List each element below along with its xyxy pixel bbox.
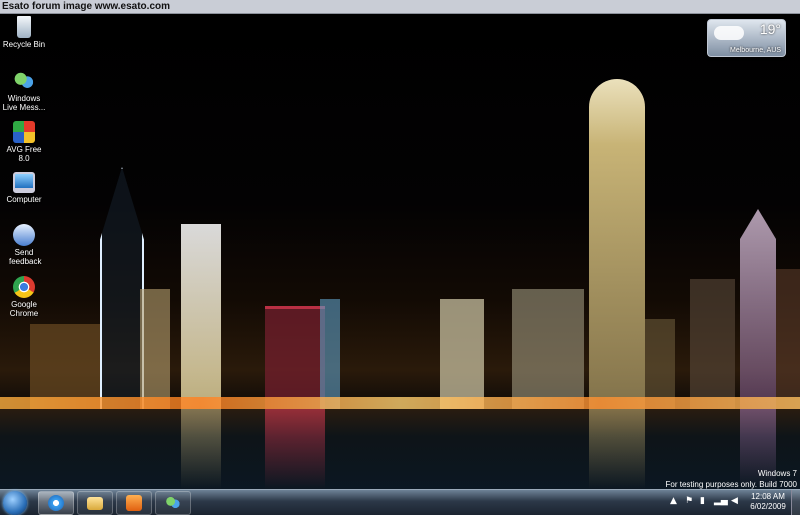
cloud-icon xyxy=(714,26,744,40)
desktop-icon-label: Windows Live Mess... xyxy=(2,94,46,112)
system-clock[interactable]: 12:08 AM 6/02/2009 xyxy=(746,492,790,512)
volume-icon[interactable]: ◀ xyxy=(731,496,738,506)
taskbar-windows-explorer[interactable] xyxy=(77,491,113,515)
taskbar: ▲ ⚑ ▮ ▂▄ ◀ 12:08 AM 6/02/2009 xyxy=(0,489,800,515)
show-hidden-icons-chevron-icon[interactable]: ▲ xyxy=(670,496,677,506)
desktop-icon-label: AVG Free 8.0 xyxy=(6,145,42,163)
taskbar-messenger[interactable] xyxy=(155,491,191,515)
start-button[interactable] xyxy=(3,491,27,515)
weather-location: Melbourne, AUS xyxy=(730,47,781,54)
network-signal-icon[interactable]: ▂▄ xyxy=(714,496,728,506)
desktop-icon-google-chrome[interactable]: Google Chrome xyxy=(0,276,48,318)
desktop-icon-recycle-bin[interactable]: Recycle Bin xyxy=(0,16,48,49)
windows-version: Windows 7 xyxy=(757,469,797,478)
desktop-icon-send-feedback[interactable]: Send feedback xyxy=(0,224,48,266)
desktop-icon-computer[interactable]: Computer xyxy=(0,172,48,204)
media-player-icon xyxy=(126,495,142,511)
messenger-icon xyxy=(13,70,35,92)
desktop-icon-label: Computer xyxy=(6,195,42,204)
computer-icon xyxy=(13,172,35,193)
build-notice: For testing purposes only. Build 7000 xyxy=(665,480,797,489)
desktop-icon-label: Recycle Bin xyxy=(2,40,46,49)
clock-date: 6/02/2009 xyxy=(750,502,786,511)
feedback-icon xyxy=(13,224,35,246)
action-center-flag-icon[interactable]: ⚑ xyxy=(685,496,693,506)
taskbar-internet-explorer[interactable] xyxy=(38,491,74,515)
clock-time: 12:08 AM xyxy=(751,492,785,501)
messenger-icon xyxy=(165,495,181,511)
taskbar-media-player[interactable] xyxy=(116,491,152,515)
desktop-icon-avg-free[interactable]: AVG Free 8.0 xyxy=(0,121,48,163)
watermark-bar: Esato forum image www.esato.com xyxy=(0,0,800,14)
desktop-icon-label: Send feedback xyxy=(9,248,42,266)
watermark-text: Esato forum image www.esato.com xyxy=(2,1,171,12)
weather-gadget[interactable]: 19° Melbourne, AUS xyxy=(707,19,786,57)
show-desktop-button[interactable] xyxy=(791,490,800,515)
device-icon[interactable]: ▮ xyxy=(700,496,705,506)
desktop-icon-windows-live-messenger[interactable]: Windows Live Mess... xyxy=(0,70,48,112)
windows-build-watermark: Windows 7 For testing purposes only. Bui… xyxy=(666,468,797,489)
chrome-icon xyxy=(13,276,35,298)
ie-icon xyxy=(48,495,64,511)
desktop-icon-label: Google Chrome xyxy=(9,300,39,318)
desktop-wallpaper: Recycle Bin Windows Live Mess... AVG Fre… xyxy=(0,14,800,489)
weather-temperature: 19° xyxy=(759,21,781,37)
folder-icon xyxy=(87,497,103,510)
recycle-bin-icon xyxy=(17,16,31,38)
avg-icon xyxy=(13,121,35,143)
